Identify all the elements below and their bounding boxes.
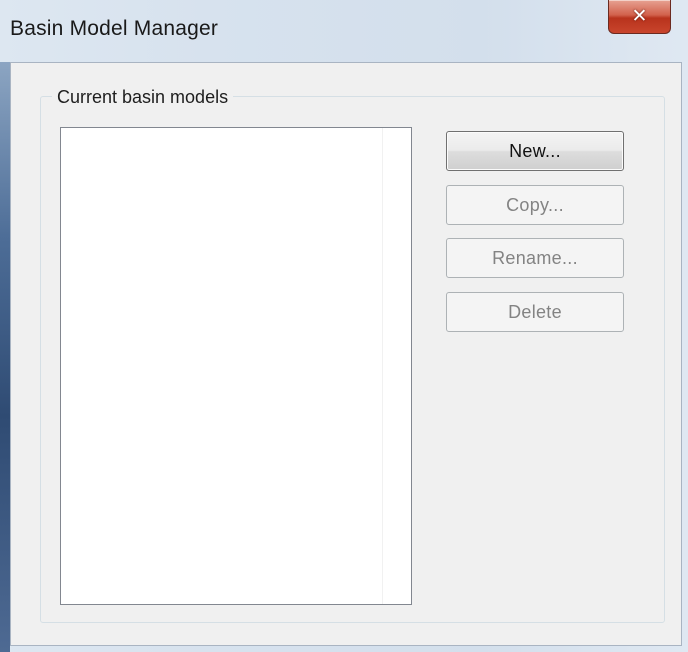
close-icon: ✕ [631,5,648,27]
copy-button: Copy... [446,185,624,225]
group-label: Current basin models [52,86,234,108]
close-button[interactable]: ✕ [608,0,671,34]
background-window-edge [0,62,10,652]
window-title: Basin Model Manager [10,17,219,40]
list-inner-edge [382,128,383,604]
new-button[interactable]: New... [446,131,624,171]
basin-models-list[interactable] [60,127,412,605]
basin-model-manager-window: Basin Model Manager ✕ Current basin mode… [0,0,688,652]
title-bar[interactable]: Basin Model Manager ✕ [0,0,688,62]
rename-button: Rename... [446,238,624,278]
delete-button: Delete [446,292,624,332]
